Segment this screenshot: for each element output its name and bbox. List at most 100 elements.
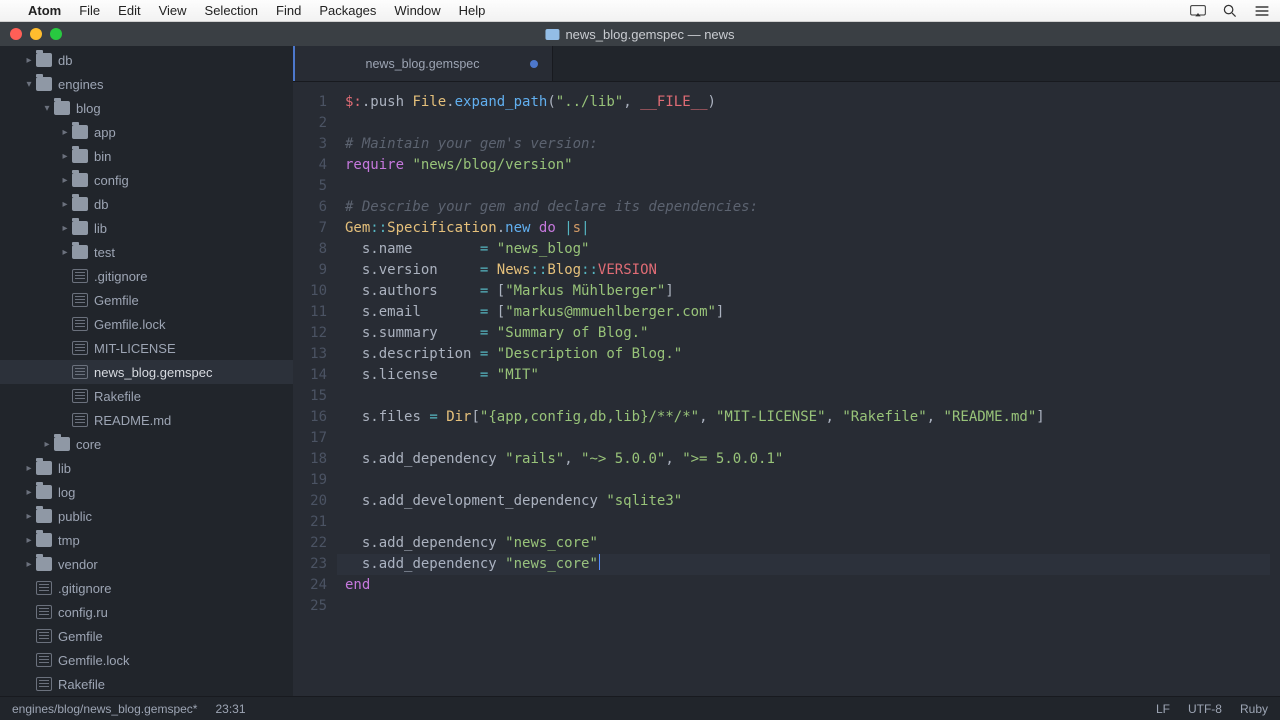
code-content[interactable]: $:.push File.expand_path("../lib", __FIL… (337, 82, 1280, 696)
code-line[interactable]: $:.push File.expand_path("../lib", __FIL… (345, 92, 1280, 113)
code-line[interactable]: s.add_dependency "rails", "~> 5.0.0", ">… (345, 449, 1280, 470)
disclosure-caret-icon[interactable] (24, 487, 34, 498)
tree-item-label: config.ru (58, 605, 108, 620)
disclosure-caret-icon[interactable] (42, 439, 52, 450)
folder-public[interactable]: public (0, 504, 293, 528)
folder-icon (36, 557, 52, 571)
disclosure-caret-icon[interactable] (24, 55, 34, 66)
file-news-blog-gemspec[interactable]: news_blog.gemspec (0, 360, 293, 384)
tree-item-label: Gemfile.lock (58, 653, 130, 668)
app-menu[interactable]: Atom (28, 3, 61, 18)
disclosure-caret-icon[interactable] (60, 175, 70, 186)
line-gutter: 1234567891011121314151617181920212223242… (293, 82, 337, 696)
disclosure-caret-icon[interactable] (24, 79, 34, 90)
grammar-selector[interactable]: Ruby (1240, 702, 1268, 716)
menu-view[interactable]: View (159, 3, 187, 18)
window-minimize-button[interactable] (30, 28, 42, 40)
disclosure-caret-icon[interactable] (24, 463, 34, 474)
cursor-position[interactable]: 23:31 (215, 702, 245, 716)
code-line[interactable] (345, 512, 1280, 533)
file-encoding[interactable]: UTF-8 (1188, 702, 1222, 716)
code-line[interactable] (345, 386, 1280, 407)
folder-test[interactable]: test (0, 240, 293, 264)
window-titlebar: news_blog.gemspec — news (0, 22, 1280, 46)
disclosure-caret-icon[interactable] (60, 247, 70, 258)
code-line[interactable]: s.authors = ["Markus Mühlberger"] (345, 281, 1280, 302)
code-line[interactable]: s.name = "news_blog" (345, 239, 1280, 260)
menu-selection[interactable]: Selection (205, 3, 258, 18)
code-line[interactable]: end (345, 575, 1280, 596)
menu-window[interactable]: Window (394, 3, 440, 18)
file-tree[interactable]: dbenginesblogappbinconfigdblibtest.gitig… (0, 46, 293, 696)
file-readme-md[interactable]: README.md (0, 408, 293, 432)
folder-icon (72, 245, 88, 259)
file-gemfile-lock[interactable]: Gemfile.lock (0, 648, 293, 672)
folder-vendor[interactable]: vendor (0, 552, 293, 576)
line-ending[interactable]: LF (1156, 702, 1170, 716)
status-path[interactable]: engines/blog/news_blog.gemspec* (12, 702, 197, 716)
file-gemfile[interactable]: Gemfile (0, 624, 293, 648)
folder-config[interactable]: config (0, 168, 293, 192)
tab-active[interactable]: news_blog.gemspec (293, 46, 553, 81)
disclosure-caret-icon[interactable] (60, 127, 70, 138)
window-close-button[interactable] (10, 28, 22, 40)
folder-blog[interactable]: blog (0, 96, 293, 120)
disclosure-caret-icon[interactable] (60, 151, 70, 162)
disclosure-caret-icon[interactable] (42, 103, 52, 114)
code-line[interactable]: s.email = ["markus@mmuehlberger.com"] (345, 302, 1280, 323)
code-line[interactable]: s.license = "MIT" (345, 365, 1280, 386)
folder-db[interactable]: db (0, 48, 293, 72)
tree-item-label: Gemfile (58, 629, 103, 644)
folder-lib[interactable]: lib (0, 216, 293, 240)
disclosure-caret-icon[interactable] (60, 223, 70, 234)
code-line[interactable] (345, 176, 1280, 197)
disclosure-caret-icon[interactable] (24, 559, 34, 570)
folder-app[interactable]: app (0, 120, 293, 144)
code-line[interactable]: s.version = News::Blog::VERSION (345, 260, 1280, 281)
code-line[interactable]: s.add_development_dependency "sqlite3" (345, 491, 1280, 512)
menu-file[interactable]: File (79, 3, 100, 18)
code-line[interactable] (345, 596, 1280, 617)
disclosure-caret-icon[interactable] (60, 199, 70, 210)
file-rakefile[interactable]: Rakefile (0, 672, 293, 696)
code-line[interactable] (345, 470, 1280, 491)
file--gitignore[interactable]: .gitignore (0, 576, 293, 600)
menu-help[interactable]: Help (459, 3, 486, 18)
code-line[interactable]: # Maintain your gem's version: (345, 134, 1280, 155)
menu-find[interactable]: Find (276, 3, 301, 18)
tree-item-label: test (94, 245, 115, 260)
folder-core[interactable]: core (0, 432, 293, 456)
file-rakefile[interactable]: Rakefile (0, 384, 293, 408)
tree-item-label: Rakefile (94, 389, 141, 404)
menu-edit[interactable]: Edit (118, 3, 140, 18)
code-line[interactable] (345, 428, 1280, 449)
folder-lib[interactable]: lib (0, 456, 293, 480)
spotlight-icon[interactable] (1222, 4, 1238, 18)
file-mit-license[interactable]: MIT-LICENSE (0, 336, 293, 360)
disclosure-caret-icon[interactable] (24, 511, 34, 522)
file-gemfile[interactable]: Gemfile (0, 288, 293, 312)
file-icon (72, 317, 88, 331)
window-zoom-button[interactable] (50, 28, 62, 40)
code-line[interactable]: s.files = Dir["{app,config,db,lib}/**/*"… (345, 407, 1280, 428)
file-gemfile-lock[interactable]: Gemfile.lock (0, 312, 293, 336)
code-line[interactable]: require "news/blog/version" (345, 155, 1280, 176)
folder-bin[interactable]: bin (0, 144, 293, 168)
menu-list-icon[interactable] (1254, 4, 1270, 18)
file--gitignore[interactable]: .gitignore (0, 264, 293, 288)
disclosure-caret-icon[interactable] (24, 535, 34, 546)
folder-tmp[interactable]: tmp (0, 528, 293, 552)
folder-log[interactable]: log (0, 480, 293, 504)
code-line[interactable]: s.description = "Description of Blog." (345, 344, 1280, 365)
code-area[interactable]: 1234567891011121314151617181920212223242… (293, 82, 1280, 696)
folder-engines[interactable]: engines (0, 72, 293, 96)
code-line[interactable]: s.add_dependency "news_core" (345, 533, 1280, 554)
file-config-ru[interactable]: config.ru (0, 600, 293, 624)
code-line[interactable] (345, 113, 1280, 134)
code-line[interactable]: s.summary = "Summary of Blog." (345, 323, 1280, 344)
screen-mirror-icon[interactable] (1190, 4, 1206, 18)
code-line[interactable]: Gem::Specification.new do |s| (345, 218, 1280, 239)
code-line[interactable]: # Describe your gem and declare its depe… (345, 197, 1280, 218)
menu-packages[interactable]: Packages (319, 3, 376, 18)
folder-db[interactable]: db (0, 192, 293, 216)
